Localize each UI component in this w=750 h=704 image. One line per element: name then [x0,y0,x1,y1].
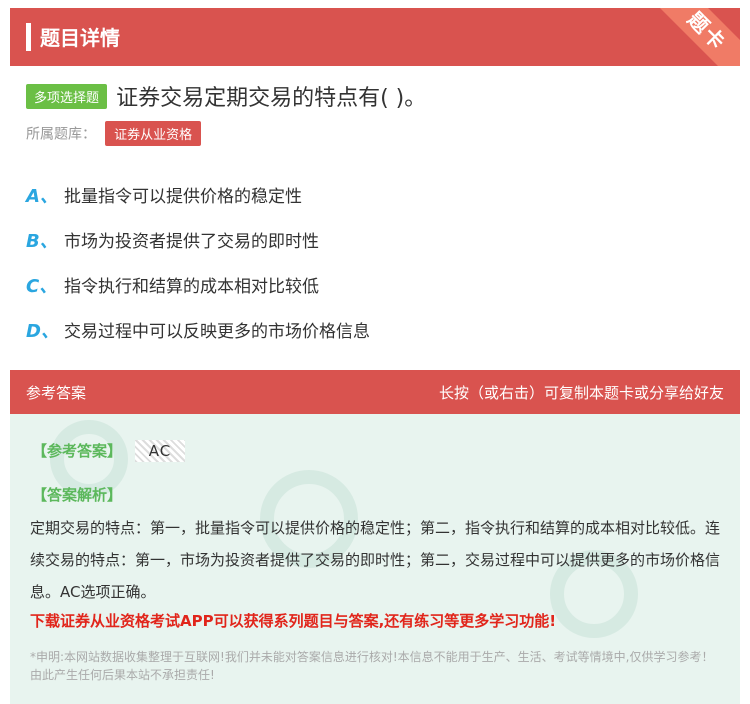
question-bank-row: 所属题库： 证券从业资格 [26,121,202,146]
option-text: 交易过程中可以反映更多的市场价格信息 [64,322,370,342]
question-text: 证券交易定期交易的特点有( )。 [116,86,427,111]
reference-answer-label: 【参考答案】 [32,442,123,460]
option-b[interactable]: B、 市场为投资者提供了交易的即时性 [26,217,370,262]
answer-panel: 参考答案 长按（或右击）可复制本题卡或分享给好友 【参考答案】 AC 【答案解析… [10,370,740,704]
app-promo-link[interactable]: 下载证券从业资格考试APP可以获得系列题目与答案,还有练习等更多学习功能! [30,610,556,631]
question-row: 多项选择题 证券交易定期交易的特点有( )。 [26,80,730,112]
answer-header-title: 参考答案 [26,384,87,402]
question-type-tag: 多项选择题 [26,83,108,109]
analysis-text: 定期交易的特点：第一，批量指令可以提供价格的稳定性；第二，指令执行和结算的成本相… [30,519,721,601]
share-hint: 长按（或右击）可复制本题卡或分享给好友 [438,384,724,402]
option-letter: C、 [26,275,58,297]
option-text: 批量指令可以提供价格的稳定性 [64,187,302,207]
disclaimer: *申明:本网站数据收集整理于互联网!我们并未能对答案信息进行核对!本信息不能用于… [30,650,714,682]
option-letter: B、 [26,230,58,252]
option-letter: A、 [26,185,58,207]
option-text: 指令执行和结算的成本相对比较低 [64,277,319,297]
option-a[interactable]: A、 批量指令可以提供价格的稳定性 [26,172,370,217]
header-bar: 题目详情 题卡 [10,8,740,66]
option-text: 市场为投资者提供了交易的即时性 [64,232,319,252]
page-title: 题目详情 [40,26,120,50]
options-list: A、 批量指令可以提供价格的稳定性 B、 市场为投资者提供了交易的即时性 C、 … [26,172,370,352]
option-letter: D、 [26,320,59,342]
bank-tag[interactable]: 证券从业资格 [105,121,202,146]
card-ribbon: 题卡 [641,8,740,66]
option-d[interactable]: D、 交易过程中可以反映更多的市场价格信息 [26,307,370,352]
reference-answer-line: 【参考答案】 AC [32,440,186,462]
analysis-label: 【答案解析】 [32,486,123,504]
header-accent-bar [26,23,31,51]
option-c[interactable]: C、 指令执行和结算的成本相对比较低 [26,262,370,307]
reference-answer-value: AC [134,440,186,462]
bank-label: 所属题库： [26,126,96,143]
answer-header: 参考答案 长按（或右击）可复制本题卡或分享给好友 [10,370,740,414]
